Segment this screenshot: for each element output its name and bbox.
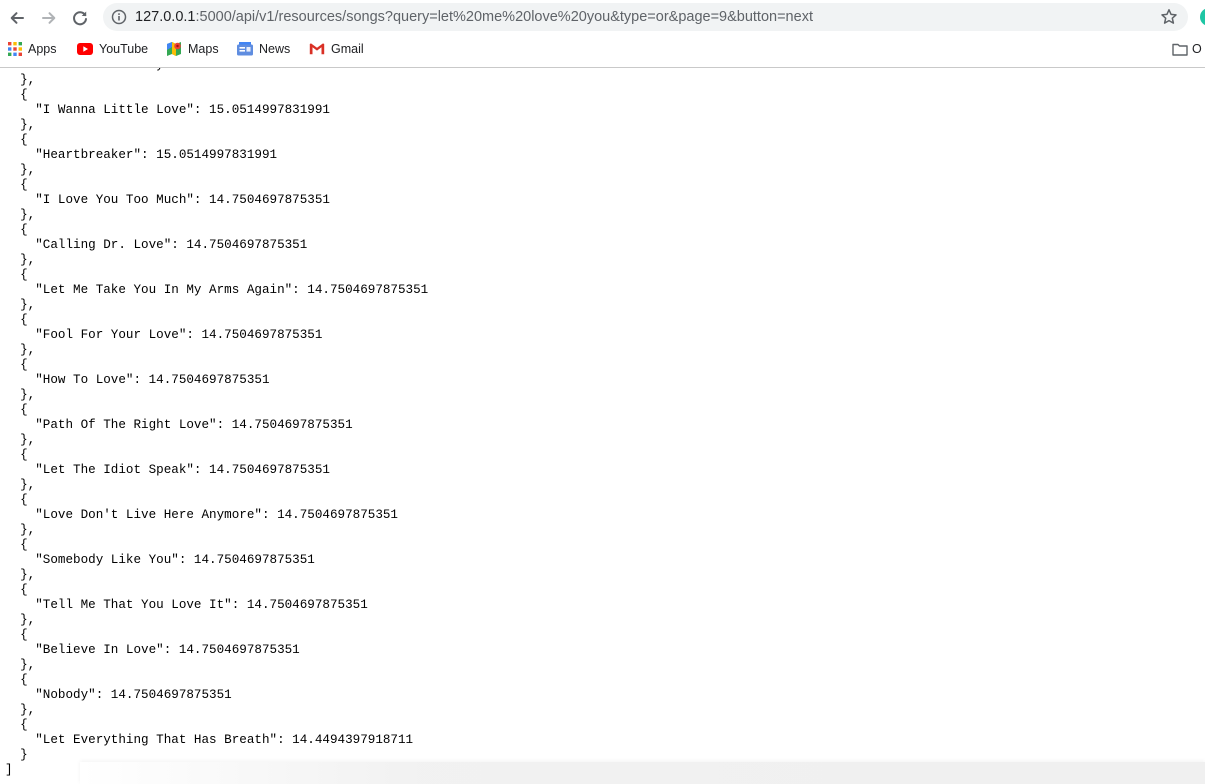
bookmark-label: Maps (188, 42, 219, 56)
bookmark-maps[interactable]: Maps (166, 35, 219, 63)
other-bookmarks[interactable]: O (1172, 35, 1202, 63)
reload-icon (73, 11, 87, 26)
json-line: }, (5, 208, 36, 222)
reload-button[interactable] (67, 5, 93, 31)
json-line: "Somebody Like You": 14.7504697875351 (5, 553, 315, 567)
back-button[interactable] (4, 5, 30, 31)
json-line: }, (5, 478, 36, 492)
json-line: "Path Of The Right Love": 14.75046978753… (5, 418, 353, 432)
apps-grid-icon (8, 42, 22, 56)
url-text[interactable]: 127.0.0.1:5000/api/v1/resources/songs?qu… (135, 3, 813, 31)
url-host: 127.0.0.1 (135, 9, 196, 25)
json-line: { (5, 358, 28, 372)
json-line: { (5, 718, 28, 732)
url-path: :5000/api/v1/resources/songs?query=let%2… (195, 9, 813, 25)
profile-avatar[interactable] (1200, 8, 1205, 26)
json-line: { (5, 133, 28, 147)
json-line: "Let Everything That Has Breath": 14.449… (5, 733, 414, 747)
json-line: }, (5, 568, 36, 582)
json-line: }, (5, 253, 36, 267)
folder-icon (1172, 43, 1188, 56)
json-line: { (5, 313, 28, 327)
bookmark-label: Gmail (331, 42, 364, 56)
bookmark-gmail[interactable]: Gmail (309, 35, 364, 63)
bookmarks-bar: Apps YouTube Maps News Gmail O (0, 35, 1205, 68)
json-line: }, (5, 613, 36, 627)
json-line: "I Love You Too Much": 14.7504697875351 (5, 193, 330, 207)
json-line: { (5, 628, 28, 642)
news-icon (237, 42, 253, 56)
json-line: { (5, 538, 28, 552)
json-line: { (5, 178, 28, 192)
gmail-icon (309, 43, 325, 55)
json-line: { (5, 493, 28, 507)
json-line: "To Love Somebody": 15.0514997831991 (5, 68, 307, 72)
json-line: { (5, 583, 28, 597)
json-line: "Fool For Your Love": 14.7504697875351 (5, 328, 323, 342)
json-line: "I Wanna Little Love": 15.0514997831991 (5, 103, 330, 117)
json-line: { (5, 403, 28, 417)
json-line: "Believe In Love": 14.7504697875351 (5, 643, 300, 657)
json-line: "How To Love": 14.7504697875351 (5, 373, 270, 387)
bookmark-label: News (259, 42, 291, 56)
scroll-shadow (80, 762, 1205, 784)
json-line: "Tell Me That You Love It": 14.750469787… (5, 598, 368, 612)
bookmark-youtube[interactable]: YouTube (77, 35, 148, 63)
json-viewer: "To Love Somebody": 15.0514997831991 }, … (0, 68, 1205, 784)
json-line: "Let The Idiot Speak": 14.7504697875351 (5, 463, 330, 477)
browser-toolbar: 127.0.0.1:5000/api/v1/resources/songs?qu… (0, 0, 1205, 35)
bookmark-star-icon[interactable] (1160, 8, 1178, 26)
json-line: }, (5, 298, 36, 312)
bookmark-apps[interactable]: Apps (8, 35, 57, 63)
json-line: { (5, 223, 28, 237)
info-icon[interactable] (111, 9, 127, 25)
json-line: "Calling Dr. Love": 14.7504697875351 (5, 238, 308, 252)
bookmark-label: Apps (28, 42, 57, 56)
json-line: }, (5, 73, 36, 87)
json-line: { (5, 448, 28, 462)
json-line: { (5, 673, 28, 687)
json-line: "Nobody": 14.7504697875351 (5, 688, 232, 702)
other-bookmarks-label: O (1192, 42, 1202, 56)
json-line: }, (5, 118, 36, 132)
arrow-right-icon (42, 12, 56, 24)
json-line: ] (5, 763, 13, 777)
json-line: } (5, 748, 28, 762)
json-line: }, (5, 658, 36, 672)
forward-button[interactable] (36, 5, 62, 31)
json-line: "Love Don't Live Here Anymore": 14.75046… (5, 508, 398, 522)
bookmark-news[interactable]: News (237, 35, 290, 63)
json-line: }, (5, 523, 36, 537)
json-text: "To Love Somebody": 15.0514997831991 }, … (5, 68, 428, 778)
maps-icon (166, 41, 182, 57)
json-line: }, (5, 703, 36, 717)
json-line: }, (5, 343, 36, 357)
arrow-left-icon (10, 12, 24, 24)
json-line: }, (5, 433, 36, 447)
json-line: "Heartbreaker": 15.0514997831991 (5, 148, 278, 162)
youtube-icon (77, 43, 93, 55)
json-line: { (5, 268, 28, 282)
json-line: }, (5, 163, 36, 177)
address-bar[interactable]: 127.0.0.1:5000/api/v1/resources/songs?qu… (103, 3, 1188, 31)
bookmark-label: YouTube (99, 42, 149, 56)
json-line: "Let Me Take You In My Arms Again": 14.7… (5, 283, 429, 297)
json-line: }, (5, 388, 36, 402)
json-line: { (5, 88, 28, 102)
